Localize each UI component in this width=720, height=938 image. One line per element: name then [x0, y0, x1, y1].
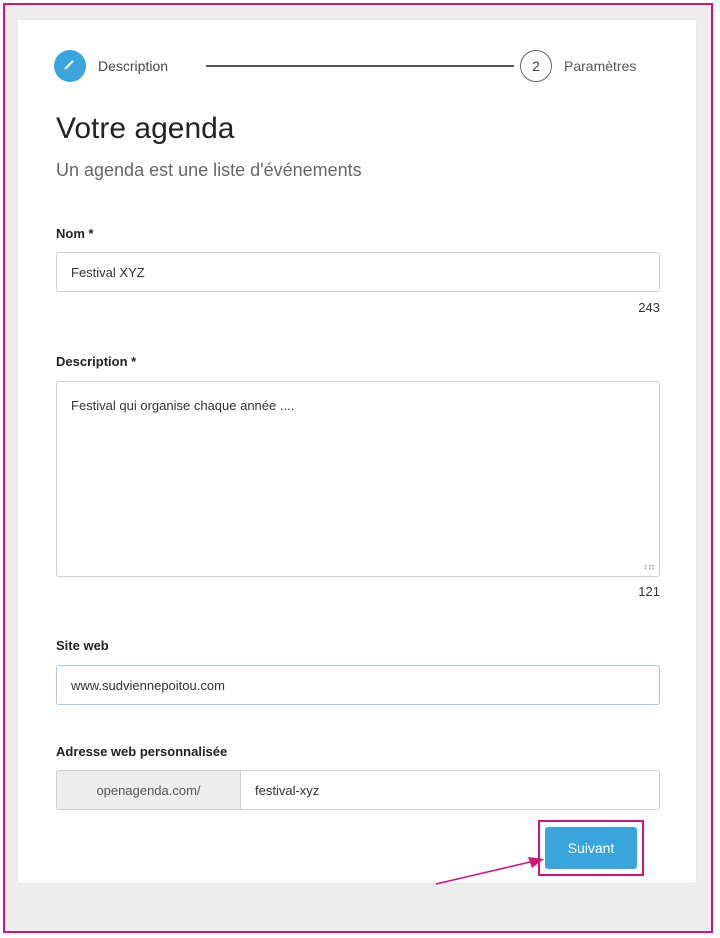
description-textarea[interactable]: Festival qui organise chaque année .... … [56, 381, 660, 577]
resize-handle-icon[interactable]: ⠰⠶ [640, 563, 655, 573]
agenda-form-card: Description 2 Paramètres Votre agenda Un… [18, 20, 696, 883]
custom-url-prefix: openagenda.com/ [56, 770, 240, 810]
description-textarea-value: Festival qui organise chaque année .... [71, 398, 295, 413]
custom-url-group: openagenda.com/ festival-xyz [56, 770, 660, 810]
stepper: Description 2 Paramètres [54, 50, 678, 82]
step-1-indicator[interactable] [54, 50, 86, 82]
custom-url-input[interactable]: festival-xyz [240, 770, 660, 810]
step-2-label: Paramètres [564, 58, 637, 74]
page-title: Votre agenda [56, 112, 235, 145]
custom-url-label: Adresse web personnalisée [56, 744, 228, 759]
name-char-counter: 243 [638, 300, 660, 315]
description-char-counter: 121 [638, 584, 660, 599]
custom-url-input-value: festival-xyz [255, 782, 320, 798]
name-input[interactable]: Festival XYZ [56, 252, 660, 292]
name-input-value: Festival XYZ [71, 264, 145, 280]
step-2-indicator[interactable]: 2 [520, 50, 552, 82]
name-label: Nom * [56, 226, 94, 241]
step-1-label: Description [98, 58, 169, 74]
annotation-arrow-icon [435, 857, 544, 885]
website-label: Site web [56, 638, 109, 653]
website-input[interactable]: www.sudviennepoitou.com [56, 665, 660, 705]
website-input-value: www.sudviennepoitou.com [71, 677, 225, 693]
step-2-number: 2 [532, 58, 540, 74]
next-button[interactable]: Suivant [545, 827, 637, 869]
description-label: Description * [56, 354, 137, 369]
stepper-connector [206, 65, 514, 67]
page-subtitle: Un agenda est une liste d'événements [56, 160, 362, 180]
pencil-icon [62, 56, 78, 77]
